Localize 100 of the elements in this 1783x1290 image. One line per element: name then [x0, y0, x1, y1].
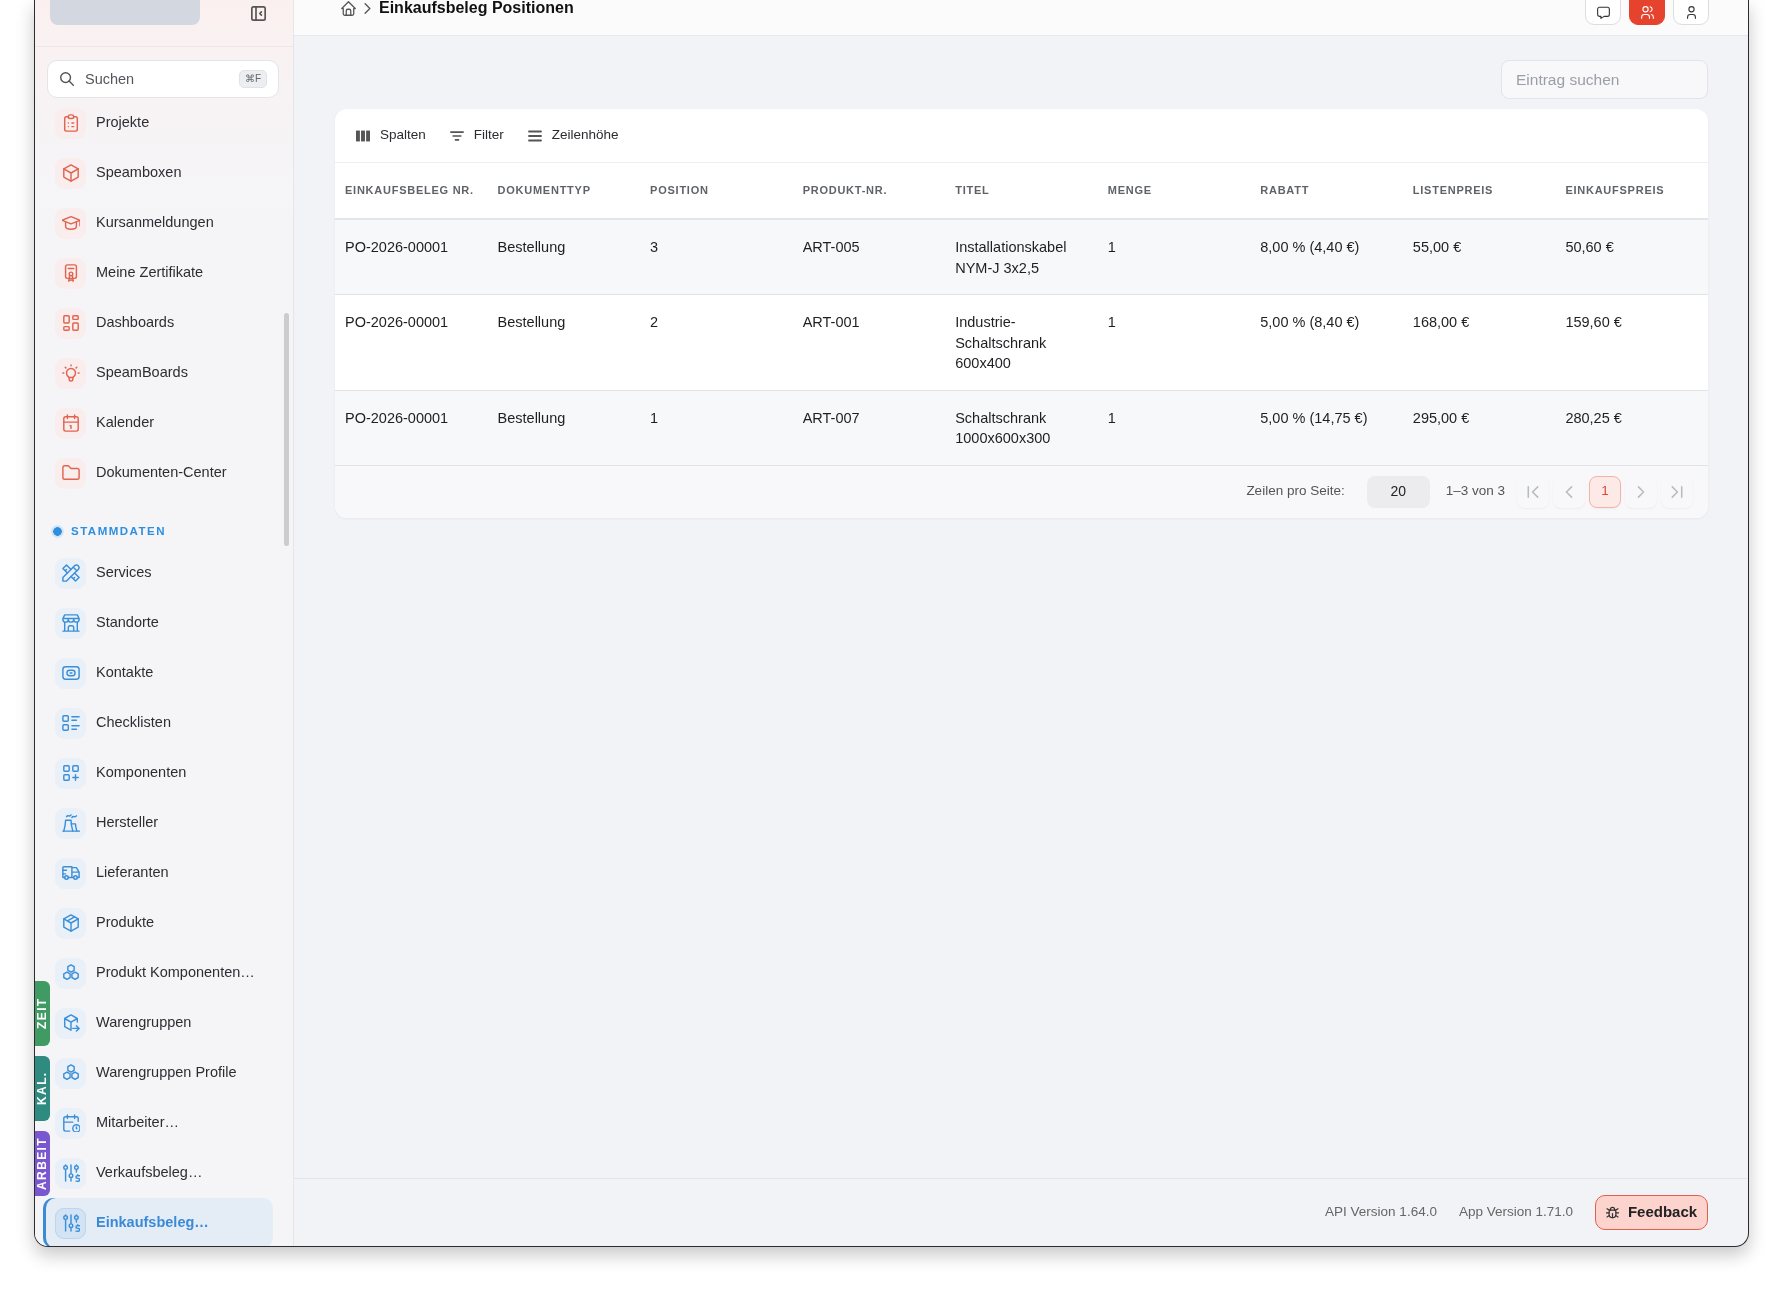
sidebar-item[interactable]: Mitarbeiter…	[52, 1098, 273, 1148]
users-button[interactable]	[1629, 0, 1665, 25]
table-cell: 50,60 €	[1555, 219, 1708, 295]
bug-icon	[1605, 1206, 1619, 1219]
user-button[interactable]	[1673, 0, 1709, 25]
sidebar-item[interactable]: Produkt Komponenten…	[52, 948, 273, 998]
feedback-button[interactable]: Feedback	[1595, 1195, 1708, 1230]
cubes-icon	[55, 957, 86, 989]
table-cell: Bestellung	[487, 219, 641, 295]
sidebar-item[interactable]: Warengruppen Profile	[52, 1048, 273, 1098]
sidebar-item[interactable]: Services	[52, 548, 273, 598]
sidebar-item[interactable]: Warengruppen	[52, 998, 273, 1048]
toolbar-button[interactable]: Spalten	[347, 120, 435, 151]
sidebar-item[interactable]: Produkte	[52, 898, 273, 948]
rows-icon	[527, 128, 542, 143]
first-page-icon	[1527, 485, 1539, 498]
rows-per-page-select[interactable]: 20	[1366, 475, 1430, 508]
graduation-cap-icon	[55, 207, 86, 239]
last-page-icon	[1671, 485, 1683, 498]
tools-icon	[55, 557, 86, 589]
columns-icon	[356, 128, 370, 143]
cube-icon	[55, 157, 86, 189]
table-cell: 280,25 €	[1555, 390, 1708, 465]
table-cell: 295,00 €	[1402, 390, 1556, 465]
factory-icon	[55, 807, 86, 839]
table-cell: 3	[640, 219, 793, 295]
search-icon	[60, 72, 74, 86]
lightbulb-icon	[55, 357, 86, 389]
dashboard-icon	[55, 307, 86, 339]
rows-per-page-label: Zeilen pro Seite:	[1246, 482, 1345, 501]
table-cell: Installationskabel NYM-J 3x2,5	[945, 219, 1098, 295]
section-title: STAMMDATEN	[71, 524, 167, 539]
package-icon	[55, 907, 86, 939]
table-cell: 5,00 % (14,75 €)	[1250, 390, 1403, 465]
calendar-clock-icon	[55, 1107, 86, 1139]
side-tab[interactable]: KAL.	[35, 1056, 50, 1121]
search-field[interactable]: Eintrag suchen	[1501, 60, 1708, 99]
sidebar-item[interactable]: Checklisten	[52, 698, 273, 748]
chevron-right-icon	[364, 2, 371, 14]
chevron-right-icon	[1635, 485, 1647, 498]
table-cell: Schaltschrank 1000x600x300	[945, 390, 1098, 465]
id-card-icon	[55, 657, 86, 689]
table-cell: ART-007	[792, 390, 946, 465]
table-cell: 55,00 €	[1402, 219, 1556, 295]
sidebar-item[interactable]: Kontakte	[52, 648, 273, 698]
table-cell: Bestellung	[487, 294, 641, 390]
sidebar-item[interactable]: Projekte	[52, 98, 273, 148]
chevron-left-icon	[1563, 485, 1575, 498]
folder-icon	[55, 457, 86, 489]
storefront-icon	[55, 607, 86, 639]
sliders-dollar-icon	[55, 1157, 86, 1189]
filter-icon	[449, 128, 464, 143]
table-cell: 168,00 €	[1402, 294, 1556, 390]
table-cell: ART-005	[792, 219, 946, 295]
calendar-icon	[55, 407, 86, 439]
sidebar-item[interactable]: Hersteller	[52, 798, 273, 848]
table-cell: PO-2026-00001	[335, 294, 488, 390]
sidebar-item[interactable]: Komponenten	[52, 748, 273, 798]
apps-plus-icon	[55, 757, 86, 789]
sidebar-item[interactable]: SpeamBoards	[52, 348, 273, 398]
table-cell: 1	[640, 390, 793, 465]
table-cell: Industrie-Schaltschrank 600x400	[945, 294, 1098, 390]
toolbar-button[interactable]: Zeilenhöhe	[518, 120, 628, 151]
table-cell: 2	[640, 294, 793, 390]
home-icon[interactable]	[341, 0, 356, 16]
checklist-icon	[55, 707, 86, 739]
chat-icon	[1596, 6, 1610, 19]
users-icon	[1640, 6, 1654, 19]
sidebar-item[interactable]: Verkaufsbeleg…	[52, 1148, 273, 1198]
table-cell: 159,60 €	[1555, 294, 1708, 390]
clipboard-icon	[55, 107, 86, 139]
toolbar-button[interactable]: Filter	[440, 120, 513, 151]
sidebar-item[interactable]: Speamboxen	[52, 148, 273, 198]
table-cell: 1	[1097, 294, 1251, 390]
sidebar-item[interactable]: Kursanmeldungen	[52, 198, 273, 248]
sidebar-item[interactable]: Kalender	[52, 398, 273, 448]
cubes-icon	[55, 1057, 86, 1089]
table-cell: Bestellung	[487, 390, 641, 465]
sidebar-item[interactable]: Dokumenten-Center	[52, 448, 273, 498]
table-cell: PO-2026-00001	[335, 219, 488, 295]
table-cell: 1	[1097, 390, 1251, 465]
side-tab[interactable]: ARBEIT	[35, 1131, 50, 1196]
table-cell: PO-2026-00001	[335, 390, 488, 465]
app-version: App Version 1.71.0	[1458, 1203, 1573, 1222]
page-range: 1–3 von 3	[1445, 482, 1505, 501]
sidebar-item[interactable]: Dashboards	[52, 298, 273, 348]
scrollbar-thumb[interactable]	[284, 313, 289, 546]
certificate-icon	[55, 257, 86, 289]
page-button[interactable]: 1	[1589, 475, 1621, 508]
sidebar-item[interactable]: Lieferanten	[52, 848, 273, 898]
section-dot-icon	[51, 525, 64, 538]
sidebar-item[interactable]: Standorte	[52, 598, 273, 648]
chat-button[interactable]	[1585, 0, 1621, 25]
user-icon	[1684, 6, 1698, 19]
page-title: Einkaufsbeleg Positionen	[379, 0, 574, 18]
api-version: API Version 1.64.0	[1325, 1203, 1437, 1222]
sidebar-item[interactable]: Meine Zertifikate	[52, 248, 273, 298]
cube-arrow-icon	[55, 1007, 86, 1039]
sidebar-toggle-icon[interactable]	[251, 6, 266, 21]
shortcut-hint: ⌘F	[238, 70, 267, 88]
